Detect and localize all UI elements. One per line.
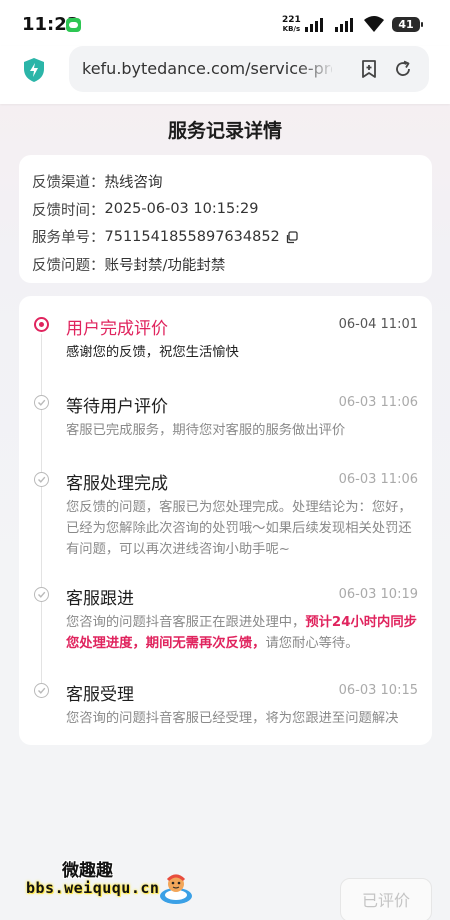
service-timeline-card: 用户完成评价 06-04 11:01 感谢您的反馈，祝您生活愉快 等待用户评价 …: [19, 296, 432, 745]
signal-icon: [305, 18, 323, 32]
battery-icon: 41: [392, 17, 423, 32]
timeline-item-desc: 您咨询的问题抖音客服已经受理，将为您跟进至问题解决: [66, 711, 399, 726]
info-label: 反馈问题：: [32, 257, 105, 274]
info-value: 账号封禁/功能封禁: [104, 257, 226, 274]
timeline-item-desc: 客服已完成服务，期待您对客服的服务做出评价: [66, 423, 346, 438]
timeline-line: [41, 334, 42, 694]
timeline-item-desc: 您咨询的问题抖音客服正在跟进处理中，预计24小时内同步您处理进度，期间无需再次反…: [66, 612, 422, 654]
timeline-item-title: 用户完成评价: [66, 319, 168, 339]
info-row-channel: 反馈渠道： 热线咨询: [32, 168, 419, 196]
shield-icon[interactable]: [22, 57, 46, 83]
browser-address-bar: kefu.bytedance.com/service-prog: [0, 46, 450, 104]
url-field[interactable]: kefu.bytedance.com/service-prog: [69, 46, 429, 92]
timeline-check-icon: [34, 395, 49, 410]
timeline-item-desc: 您反馈的问题，客服已为您处理完成。处理结论为：您好，已经为您解除此次咨询的处罚哦…: [66, 500, 412, 557]
timeline-check-icon: [34, 587, 49, 602]
timeline-item-time: 06-03 11:06: [338, 472, 418, 487]
message-notification-icon: [66, 18, 81, 32]
timeline-item-title: 等待用户评价: [66, 397, 168, 417]
info-row-time: 反馈时间： 2025-06-03 10:15:29: [32, 196, 419, 224]
rated-button[interactable]: 已评价: [340, 878, 432, 920]
timeline-item-title: 客服受理: [66, 685, 134, 705]
signal-icon-2: [335, 18, 353, 32]
reload-icon[interactable]: [393, 59, 413, 79]
info-label: 反馈渠道：: [32, 175, 105, 192]
mascot-icon: [160, 874, 192, 904]
info-label: 服务单号：: [32, 230, 105, 247]
timeline-item-title: 客服跟进: [66, 589, 134, 609]
copy-icon[interactable]: [285, 231, 298, 244]
wifi-icon: [364, 16, 384, 32]
timeline-check-icon: [34, 472, 49, 487]
order-id-value: 7511541855897634852: [104, 228, 280, 245]
info-row-order-id: 服务单号： 7511541855897634852: [32, 223, 419, 251]
timeline-item-desc: 感谢您的反馈，祝您生活愉快: [66, 345, 239, 360]
network-speed-unit: KB/s: [282, 25, 301, 33]
watermark-url: bbs.weiququ.cn: [26, 879, 160, 897]
timeline-item-title: 客服处理完成: [66, 474, 168, 494]
info-value: 2025-06-03 10:15:29: [104, 201, 259, 218]
info-row-issue: 反馈问题： 账号封禁/功能封禁: [32, 251, 419, 279]
url-text: kefu.bytedance.com/service-prog: [82, 59, 332, 78]
timeline-item-time: 06-04 11:01: [338, 317, 418, 332]
desc-text: 请您耐心等待。: [265, 636, 359, 651]
timeline-item-time: 06-03 11:06: [338, 395, 418, 410]
status-bar: 11:23 221 KB/s 41: [0, 0, 450, 46]
watermark-title: 微趣趣: [62, 861, 113, 881]
bookmark-add-icon[interactable]: [359, 59, 379, 79]
timeline-item-time: 06-03 10:15: [338, 683, 418, 698]
page-title: 服务记录详情: [167, 120, 282, 142]
timeline-active-dot-icon: [34, 317, 49, 332]
watermark: 微趣趣 bbs.weiququ.cn: [8, 842, 206, 912]
timeline-item-time: 06-03 10:19: [338, 587, 418, 602]
network-speed: 221 KB/s: [282, 15, 301, 34]
timeline-check-icon: [34, 683, 49, 698]
info-value: 热线咨询: [104, 175, 163, 192]
service-info-card: 反馈渠道： 热线咨询 反馈时间： 2025-06-03 10:15:29 服务单…: [19, 155, 432, 283]
info-label: 反馈时间：: [32, 202, 105, 219]
desc-text: 您咨询的问题抖音客服正在跟进处理中，: [66, 615, 306, 630]
network-speed-value: 221: [282, 15, 301, 25]
